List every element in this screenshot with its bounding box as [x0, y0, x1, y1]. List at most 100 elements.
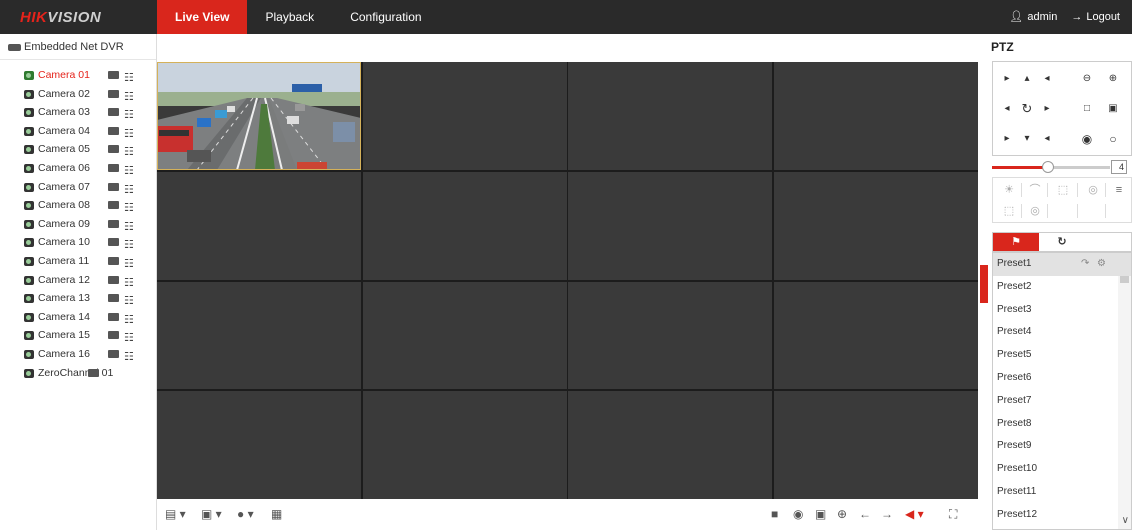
- manual-tracking-icon[interactable]: ⬚: [999, 203, 1019, 219]
- record-icon[interactable]: [108, 126, 119, 135]
- video-tile[interactable]: [157, 62, 361, 171]
- record-icon[interactable]: [108, 331, 119, 340]
- video-tile[interactable]: [774, 172, 978, 280]
- pan-up-left-icon[interactable]: ▸: [997, 69, 1017, 89]
- preset-item[interactable]: Preset6: [993, 367, 1131, 390]
- preset-item[interactable]: Preset3: [993, 299, 1131, 322]
- record-icon[interactable]: [88, 368, 99, 377]
- preset-item[interactable]: Preset7: [993, 390, 1131, 413]
- camera-item[interactable]: Camera 16 ☷: [0, 345, 156, 364]
- record-icon[interactable]: [108, 108, 119, 117]
- preset-item[interactable]: Preset8: [993, 413, 1131, 436]
- pan-left-icon[interactable]: ◂: [997, 99, 1017, 119]
- camera-item[interactable]: Camera 13 ☷: [0, 289, 156, 308]
- capture-icon[interactable]: ◉: [793, 507, 803, 521]
- tab-preset[interactable]: ⚑: [993, 233, 1039, 251]
- user-account[interactable]: 👤︎ admin: [1009, 0, 1057, 34]
- pan-down-left-icon[interactable]: ▸: [997, 129, 1017, 149]
- camera-item[interactable]: Camera 07 ☷: [0, 178, 156, 197]
- stop-all-icon[interactable]: ■: [771, 507, 778, 521]
- record-icon[interactable]: [108, 201, 119, 210]
- wiper-icon[interactable]: ⌒: [1025, 182, 1045, 198]
- record-icon[interactable]: [108, 349, 119, 358]
- video-tile[interactable]: [363, 172, 567, 280]
- preset-item[interactable]: Preset13: [993, 527, 1131, 529]
- microphone-icon[interactable]: ● ▾: [237, 507, 254, 521]
- preset-item[interactable]: Preset11: [993, 481, 1131, 504]
- record-icon[interactable]: [108, 182, 119, 191]
- video-tile[interactable]: [363, 282, 567, 389]
- next-page-icon[interactable]: →: [881, 507, 893, 521]
- pan-down-right-icon[interactable]: ◂: [1037, 129, 1057, 149]
- zoom-in-icon[interactable]: ⊕: [1103, 69, 1123, 89]
- pan-right-icon[interactable]: ▸: [1037, 99, 1057, 119]
- camera-item[interactable]: Camera 11 ☷: [0, 252, 156, 271]
- focus-far-icon[interactable]: ▣: [1103, 99, 1123, 119]
- lens-init-icon[interactable]: ◎: [1083, 182, 1103, 198]
- preset-item[interactable]: Preset5: [993, 344, 1131, 367]
- device-node[interactable]: Embedded Net DVR: [0, 34, 156, 60]
- camera-item[interactable]: Camera 12 ☷: [0, 271, 156, 290]
- stream-type-icon[interactable]: ▣ ▾: [201, 507, 222, 521]
- video-tile[interactable]: [568, 282, 772, 389]
- start-all-live-view-icon[interactable]: ▦: [271, 507, 282, 521]
- auxiliary-focus-icon[interactable]: ⬚: [1053, 182, 1073, 198]
- video-tile[interactable]: [568, 391, 772, 499]
- zoom-out-icon[interactable]: ⊖: [1077, 69, 1097, 89]
- record-icon[interactable]: [108, 71, 119, 79]
- light-icon[interactable]: ☀: [999, 182, 1019, 198]
- collapse-ptz-handle[interactable]: [980, 265, 988, 303]
- record-icon[interactable]: [108, 163, 119, 172]
- preset-item[interactable]: Preset1 ↷ ⚙: [993, 253, 1131, 276]
- ptz-speed-slider[interactable]: 4: [992, 160, 1132, 174]
- camera-item[interactable]: Camera 15 ☷: [0, 326, 156, 345]
- camera-item[interactable]: Camera 06 ☷: [0, 159, 156, 178]
- preset-item[interactable]: Preset12: [993, 504, 1131, 527]
- menu-icon[interactable]: ≡: [1109, 182, 1129, 198]
- focus-near-icon[interactable]: □: [1077, 99, 1097, 119]
- tab-patrol[interactable]: ↻: [1039, 233, 1085, 251]
- pan-up-icon[interactable]: ▴: [1017, 69, 1037, 89]
- previous-page-icon[interactable]: ←: [859, 507, 871, 521]
- video-tile[interactable]: [157, 282, 361, 389]
- camera-item[interactable]: Camera 14 ☷: [0, 308, 156, 327]
- preset-item[interactable]: Preset10: [993, 458, 1131, 481]
- pan-down-icon[interactable]: ▾: [1017, 129, 1037, 149]
- preset-item[interactable]: Preset2: [993, 276, 1131, 299]
- logout-button[interactable]: → Logout: [1071, 0, 1120, 34]
- pan-up-right-icon[interactable]: ◂: [1037, 69, 1057, 89]
- digital-zoom-icon[interactable]: ⊕: [837, 507, 847, 521]
- preset-item[interactable]: Preset9: [993, 435, 1131, 458]
- zero-channel-item[interactable]: ZeroChannel 01: [0, 364, 156, 383]
- record-icon[interactable]: [108, 89, 119, 98]
- window-layout-icon[interactable]: ▤ ▾: [165, 507, 186, 521]
- video-tile[interactable]: [363, 62, 567, 170]
- video-tile[interactable]: [568, 172, 772, 280]
- camera-item[interactable]: Camera 04 ☷: [0, 122, 156, 141]
- video-tile[interactable]: [568, 62, 772, 170]
- iris-open-icon[interactable]: ○: [1103, 129, 1123, 149]
- record-icon[interactable]: [108, 275, 119, 284]
- call-preset-icon[interactable]: ↷: [1081, 253, 1089, 276]
- camera-item[interactable]: Camera 10 ☷: [0, 233, 156, 252]
- video-tile[interactable]: [774, 282, 978, 389]
- video-tile[interactable]: [774, 391, 978, 499]
- video-tile[interactable]: [774, 62, 978, 170]
- record-icon[interactable]: [108, 219, 119, 228]
- auto-scan-icon[interactable]: ↻: [1017, 99, 1037, 119]
- record-icon[interactable]: [108, 294, 119, 303]
- camera-item[interactable]: Camera 02 ☷: [0, 85, 156, 104]
- camera-item[interactable]: Camera 09 ☷: [0, 215, 156, 234]
- camera-item[interactable]: Camera 05 ☷: [0, 140, 156, 159]
- video-tile[interactable]: [363, 391, 567, 499]
- preset-settings-icon[interactable]: ⚙: [1097, 253, 1106, 276]
- video-tile[interactable]: [157, 391, 361, 499]
- volume-icon[interactable]: ◀︎ ▾: [905, 507, 924, 521]
- iris-close-icon[interactable]: ◉: [1077, 129, 1097, 149]
- record-icon[interactable]: [108, 145, 119, 154]
- tab-pattern[interactable]: [1085, 233, 1131, 251]
- slider-knob[interactable]: [1042, 161, 1054, 173]
- record-icon[interactable]: [108, 256, 119, 265]
- record-icon[interactable]: [108, 238, 119, 247]
- fullscreen-icon[interactable]: ⛶: [949, 507, 957, 522]
